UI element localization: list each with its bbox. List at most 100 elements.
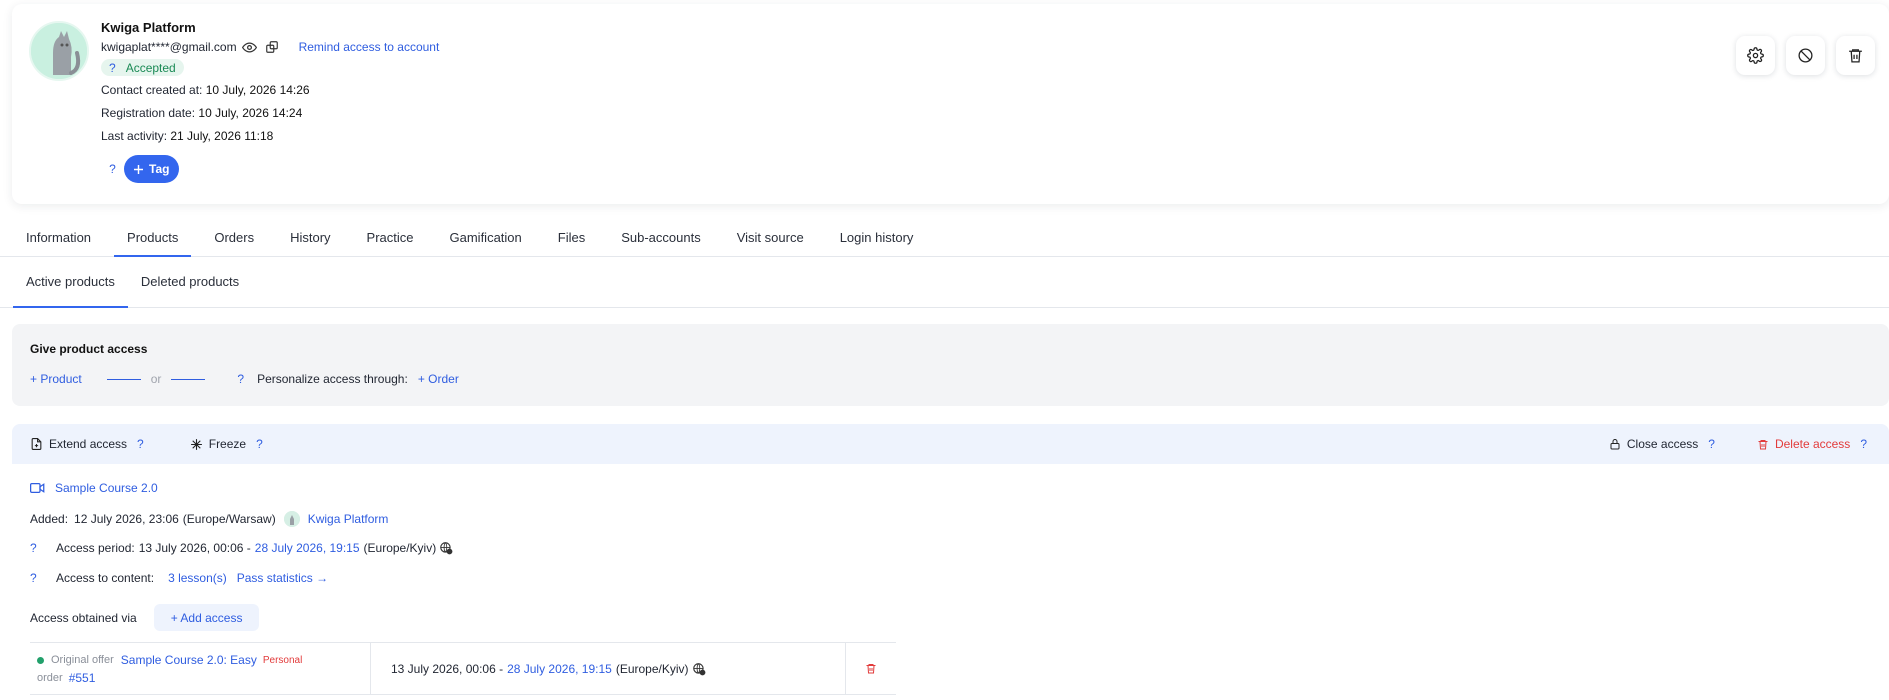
extend-access-label: Extend access	[49, 437, 128, 451]
offer-name-link[interactable]: Sample Course 2.0: Easy	[121, 653, 257, 667]
add-access-button[interactable]: + Add access	[153, 604, 260, 631]
access-obtained-label: Access obtained via	[30, 610, 137, 625]
tab-login-history[interactable]: Login history	[827, 221, 927, 257]
avatar[interactable]	[29, 21, 89, 81]
order-label: order	[37, 672, 63, 684]
block-icon	[1798, 48, 1813, 63]
freeze-label: Freeze	[208, 437, 247, 451]
globe-clock-icon	[692, 662, 705, 675]
delete-access-label: Delete access	[1774, 437, 1851, 451]
divider-line	[171, 378, 206, 380]
or-separator: or	[150, 372, 162, 386]
pass-statistics-link[interactable]: Pass statistics →	[237, 571, 328, 585]
order-number-link[interactable]: #551	[69, 671, 96, 685]
tag-help-icon[interactable]: ?	[101, 162, 124, 176]
tab-products[interactable]: Products	[114, 221, 192, 257]
access-period-end-link[interactable]: 28 July 2026, 19:15	[255, 541, 360, 555]
access-period-label: Access period:	[56, 541, 135, 555]
personalize-label: Personalize access through:	[257, 372, 408, 386]
globe-clock-icon	[440, 542, 453, 555]
added-timezone: (Europe/Warsaw)	[182, 512, 276, 526]
extend-help-icon[interactable]: ?	[137, 437, 144, 451]
settings-button[interactable]	[1736, 36, 1775, 75]
gear-icon	[1747, 47, 1764, 64]
eye-icon[interactable]	[241, 38, 259, 56]
product-access-toolbar: Extend access ? Freeze ? Close access ? …	[12, 424, 1889, 464]
remind-access-link[interactable]: Remind access to account	[299, 40, 440, 54]
offer-type-badge: Personal	[262, 654, 303, 666]
added-by-link[interactable]: Kwiga Platform	[308, 512, 389, 526]
lessons-link[interactable]: 3 lesson(s)	[168, 571, 227, 585]
delete-access-button[interactable]: Delete access ?	[1757, 437, 1867, 451]
registration-date-value: 10 July, 2026 14:24	[198, 106, 303, 120]
tab-practice[interactable]: Practice	[354, 221, 427, 257]
contact-tabs: Information Products Orders History Prac…	[0, 221, 1889, 257]
tab-orders[interactable]: Orders	[201, 221, 267, 257]
tab-history[interactable]: History	[277, 221, 343, 257]
registration-date-label: Registration date:	[101, 106, 196, 120]
access-source-cell: Original offer Sample Course 2.0: Easy P…	[30, 643, 371, 694]
add-product-link[interactable]: + Product	[30, 372, 82, 386]
give-product-access-panel: Give product access + Product or ? Perso…	[12, 324, 1889, 406]
close-access-label: Close access	[1626, 437, 1699, 451]
status-label: Accepted	[125, 60, 176, 75]
contact-name: Kwiga Platform	[101, 20, 196, 35]
access-period-timezone: (Europe/Kyiv)	[363, 541, 437, 555]
added-by-avatar	[283, 511, 300, 527]
trash-icon	[1758, 439, 1768, 449]
trash-icon	[866, 664, 876, 674]
tab-information[interactable]: Information	[13, 221, 104, 257]
cat-avatar-icon	[31, 23, 87, 79]
access-period-help-icon[interactable]: ?	[30, 541, 39, 555]
row-period-start: 13 July 2026, 00:06 -	[391, 661, 504, 676]
added-label: Added:	[30, 512, 69, 526]
row-period-timezone: (Europe/Kyiv)	[615, 661, 689, 676]
tab-gamification[interactable]: Gamification	[437, 221, 535, 257]
content-help-icon[interactable]: ?	[30, 571, 39, 585]
plus-icon	[134, 164, 143, 174]
trash-icon	[1849, 49, 1862, 63]
product-name-link[interactable]: Sample Course 2.0	[55, 481, 158, 495]
divider-line	[106, 378, 141, 380]
block-button[interactable]	[1786, 36, 1825, 75]
added-value: 12 July 2026, 23:06	[74, 512, 179, 526]
extend-access-button[interactable]: Extend access ?	[30, 437, 144, 451]
tab-files[interactable]: Files	[545, 221, 598, 257]
subtab-deleted-products[interactable]: Deleted products	[128, 257, 252, 308]
contact-email: kwigaplat****@gmail.com	[101, 40, 237, 54]
delete-help-icon[interactable]: ?	[1860, 437, 1867, 451]
product-subtabs: Active products Deleted products	[0, 257, 1889, 308]
copy-icon[interactable]	[263, 38, 281, 56]
freeze-help-icon[interactable]: ?	[256, 437, 263, 451]
tab-visit-source[interactable]: Visit source	[724, 221, 817, 257]
freeze-button[interactable]: Freeze ?	[190, 437, 263, 451]
product-access-details: Sample Course 2.0 Added: 12 July 2026, 2…	[12, 464, 1889, 700]
add-order-link[interactable]: + Order	[418, 372, 459, 386]
video-icon	[30, 483, 45, 493]
access-period-start: 13 July 2026, 00:06 -	[138, 541, 251, 555]
contact-created-label: Contact created at:	[101, 83, 203, 97]
add-tag-button[interactable]: Tag	[124, 155, 180, 183]
give-access-title: Give product access	[30, 342, 148, 356]
last-activity-label: Last activity:	[101, 129, 168, 143]
cat-avatar-icon	[283, 511, 300, 527]
status-help-icon[interactable]: ?	[109, 61, 116, 75]
snowflake-icon	[190, 438, 202, 450]
close-help-icon[interactable]: ?	[1708, 437, 1715, 451]
contact-created-row: Contact created at: 10 July, 2026 14:26	[101, 79, 439, 102]
active-status-dot	[37, 656, 44, 664]
access-sources-table: Original offer Sample Course 2.0: Easy P…	[30, 642, 896, 695]
delete-contact-button[interactable]	[1836, 36, 1875, 75]
registration-date-row: Registration date: 10 July, 2026 14:24	[101, 102, 439, 125]
delete-access-source-button[interactable]	[846, 643, 896, 694]
offer-label: Original offer	[51, 654, 114, 666]
last-activity-value: 21 July, 2026 11:18	[170, 129, 274, 143]
row-period-end-link[interactable]: 28 July 2026, 19:15	[507, 662, 612, 676]
tab-sub-accounts[interactable]: Sub-accounts	[608, 221, 714, 257]
personalize-help-icon[interactable]: ?	[237, 372, 244, 386]
access-period-cell: 13 July 2026, 00:06 - 28 July 2026, 19:1…	[371, 643, 846, 694]
contact-created-value: 10 July, 2026 14:26	[205, 83, 310, 97]
contact-profile-card: Kwiga Platform kwigaplat****@gmail.com R…	[12, 4, 1889, 204]
subtab-active-products[interactable]: Active products	[13, 257, 128, 308]
close-access-button[interactable]: Close access ?	[1609, 437, 1715, 451]
